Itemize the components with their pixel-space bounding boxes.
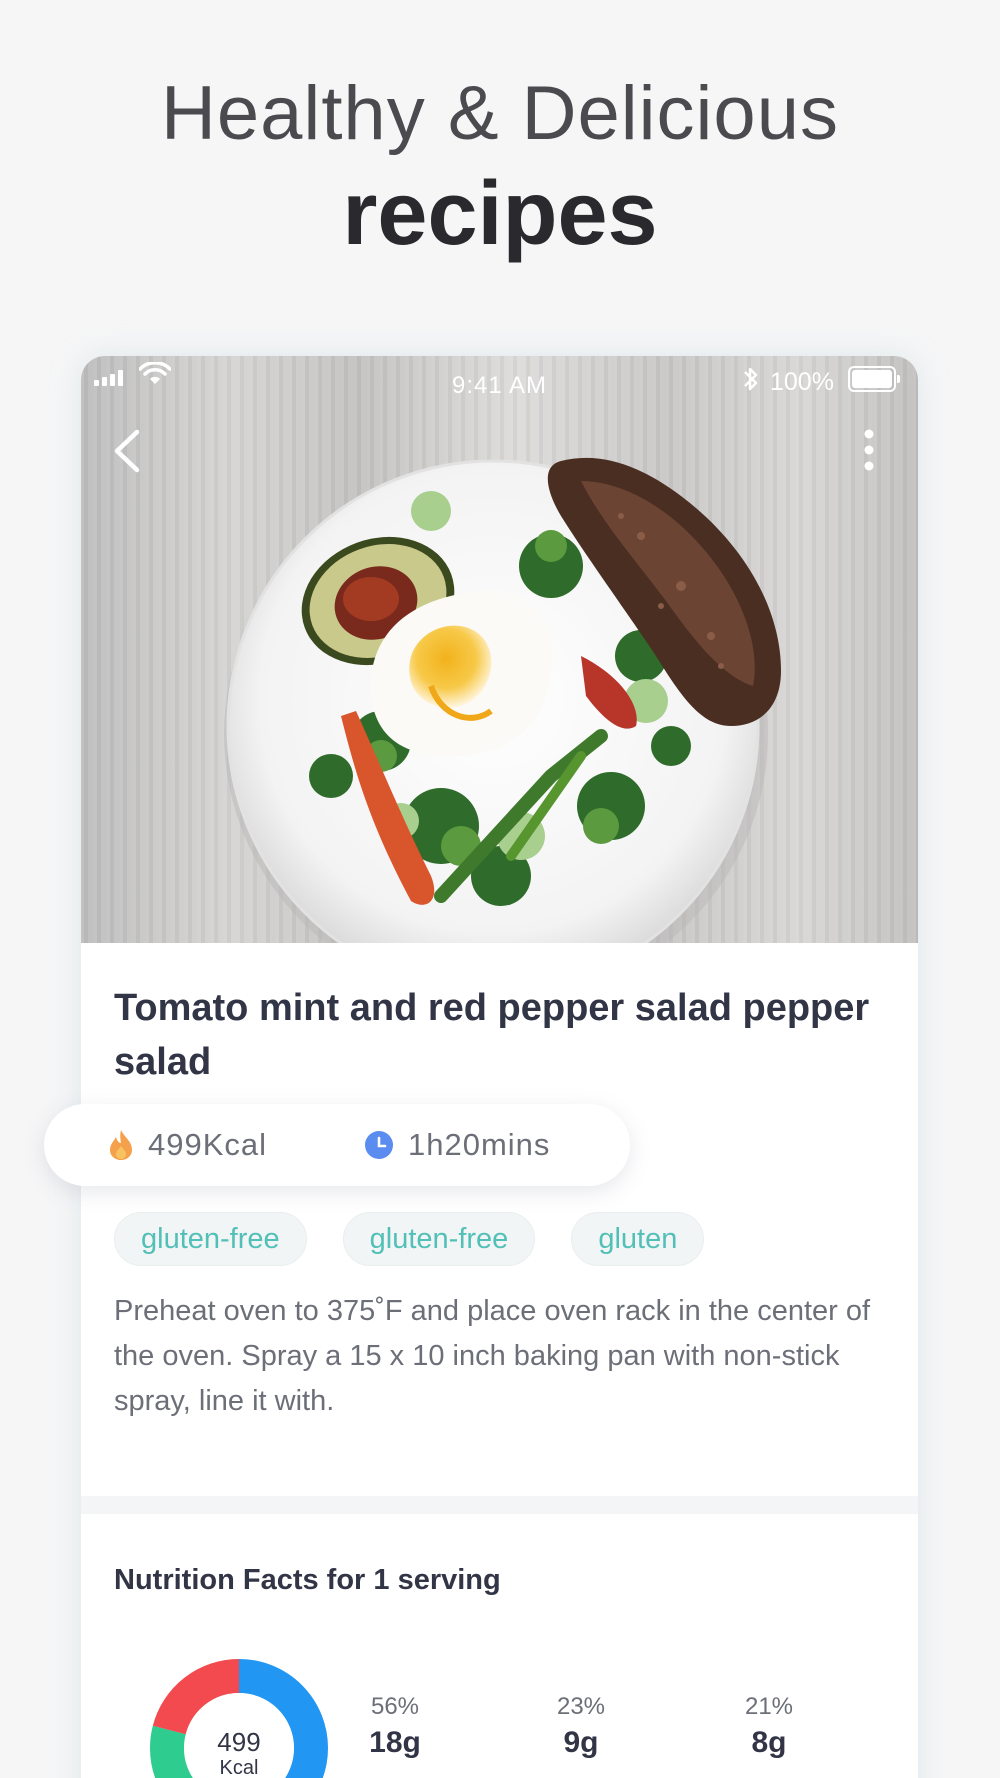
tag-chip[interactable]: gluten-free <box>342 1212 536 1266</box>
calories-value: 499Kcal <box>148 1127 268 1162</box>
nutrient-grams: 8g <box>751 1726 787 1759</box>
duration-info: 1h20mins <box>364 1104 550 1186</box>
recipe-photo: 9:41 AM 100% <box>81 356 918 943</box>
battery-icon <box>848 366 900 392</box>
recipe-description: Preheat oven to 375˚F and place oven rac… <box>114 1295 871 1417</box>
nutrient-grams: 18g <box>369 1726 421 1759</box>
total-kcal-unit: Kcal <box>219 1757 259 1778</box>
flame-icon <box>110 1130 132 1160</box>
nutrient-percent: 56% <box>370 1693 420 1720</box>
tag-chip[interactable]: gluten-free <box>114 1212 307 1266</box>
section-divider <box>81 1496 918 1514</box>
nutrient-grams: 9g <box>563 1726 599 1759</box>
hero-title-line1: Healthy & Delicious <box>161 71 839 156</box>
duration-value: 1h20mins <box>408 1127 551 1162</box>
back-button[interactable] <box>107 426 147 476</box>
nutrient-percent: 21% <box>744 1693 794 1720</box>
phone-screen: 9:41 AM 100% Tomato mint and red pepper … <box>81 356 918 1778</box>
calories-info: 499Kcal <box>108 1104 267 1186</box>
nutrition-title: Nutrition Facts for 1 serving <box>114 1564 501 1596</box>
tag-chip[interactable]: gluten <box>571 1212 705 1266</box>
nutrient-stat-3: 21% 8g <box>709 1691 829 1763</box>
bluetooth-icon <box>744 367 758 391</box>
status-bar: 9:41 AM 100% <box>81 356 918 416</box>
hero-title-line2: recipes <box>342 164 658 264</box>
vertical-dots-icon <box>864 429 874 471</box>
hero-title: Healthy & Delicious recipes <box>0 66 1000 266</box>
nutrient-stat-2: 23% 9g <box>521 1691 641 1763</box>
chevron-left-icon <box>114 429 140 473</box>
battery-percentage: 100% <box>770 368 834 396</box>
clock-icon <box>365 1131 393 1159</box>
dish-illustration <box>224 457 781 943</box>
nutrient-percent: 23% <box>556 1693 606 1720</box>
nutrient-stat-1: 56% 18g <box>335 1691 455 1763</box>
donut-center-label: 499 Kcal <box>149 1728 329 1778</box>
total-kcal-value: 499 <box>217 1727 261 1757</box>
recipe-title: Tomato mint and red pepper salad pepper … <box>114 987 870 1083</box>
recipe-meta-pill: 499Kcal 1h20mins <box>44 1104 630 1186</box>
tag-list: gluten-free gluten-free gluten <box>114 1212 705 1266</box>
more-options-button[interactable] <box>857 426 881 478</box>
